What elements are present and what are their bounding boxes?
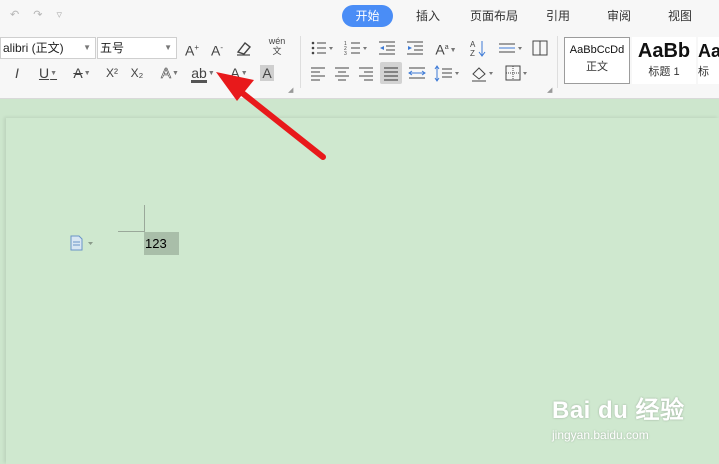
italic-icon[interactable]: I — [9, 62, 25, 84]
change-case-icon[interactable]: Aa▼ — [432, 37, 460, 59]
svg-text:Z: Z — [470, 49, 475, 58]
customize-toolbar-icon[interactable]: ▿ — [56, 7, 62, 23]
superscript-icon[interactable]: X² — [102, 62, 122, 84]
quick-access-toolbar: ↶ ↷ ▿ — [10, 7, 62, 23]
style-heading-2-sample: Aa — [698, 41, 719, 61]
increase-indent-icon[interactable] — [405, 37, 425, 59]
svg-text:A: A — [470, 40, 476, 49]
margin-corner-mark — [144, 205, 145, 231]
tab-insert[interactable]: 插入 — [410, 5, 446, 27]
underline-glyph: U — [38, 65, 50, 81]
style-normal-name: 正文 — [586, 61, 608, 73]
font-dialog-launcher-icon[interactable]: ◢ — [288, 86, 293, 94]
redo-icon[interactable]: ↷ — [33, 7, 42, 23]
font-size-value: 五号 — [100, 41, 125, 55]
paragraph-dialog-launcher-icon[interactable]: ◢ — [547, 86, 552, 94]
clear-format-icon[interactable] — [234, 37, 254, 59]
underline-icon[interactable]: U▼ — [34, 62, 62, 84]
align-left-icon[interactable] — [308, 62, 328, 84]
group-divider — [300, 36, 301, 88]
tab-home[interactable]: 开始 — [342, 5, 393, 27]
watermark: Bai du 经验 jingyan.baidu.com — [552, 390, 717, 450]
text-effect-icon[interactable]: A▼ — [156, 62, 184, 84]
align-right-icon[interactable] — [356, 62, 376, 84]
font-family-select[interactable]: alibri (正文) ▼ — [0, 37, 96, 59]
sort-icon[interactable]: AZ — [468, 37, 488, 59]
font-color-glyph: A — [230, 65, 240, 83]
tab-page-layout[interactable]: 页面布局 — [466, 5, 522, 27]
style-heading-1[interactable]: AaBb 标题 1 — [632, 37, 696, 84]
font-color-icon[interactable]: A▼ — [225, 62, 253, 84]
char-shade-glyph: A — [260, 65, 274, 81]
distributed-align-icon[interactable] — [406, 62, 428, 84]
line-spacing-adjust-icon[interactable] — [496, 37, 524, 59]
tab-view[interactable]: 视图 — [662, 5, 698, 27]
paragraph-shading-icon[interactable] — [469, 62, 497, 84]
borders-icon[interactable] — [503, 62, 531, 84]
text-effect-glyph: A — [161, 65, 172, 83]
tab-review[interactable]: 审阅 — [601, 5, 637, 27]
numbered-list-icon[interactable]: 123 — [343, 37, 369, 59]
chevron-down-icon: ▼ — [164, 43, 172, 52]
font-family-value: alibri (正文) — [3, 41, 64, 55]
style-normal[interactable]: AaBbCcDd 正文 — [564, 37, 630, 84]
highlight-glyph: ab — [191, 65, 207, 83]
chevron-down-icon: ▼ — [83, 43, 91, 52]
grow-font-icon[interactable]: A+ — [182, 37, 202, 59]
bullet-list-icon[interactable] — [309, 37, 335, 59]
selected-text[interactable]: 123 — [144, 232, 179, 255]
shrink-font-icon[interactable]: A- — [207, 37, 227, 59]
ribbon: ↶ ↷ ▿ 开始 插入 页面布局 引用 审阅 视图 alibri (正文) ▼ … — [0, 0, 719, 99]
strikethrough-icon[interactable]: A▼ — [68, 62, 96, 84]
align-center-icon[interactable] — [332, 62, 352, 84]
document-options-icon[interactable] — [70, 235, 98, 256]
undo-icon[interactable]: ↶ — [10, 7, 19, 23]
columns-icon[interactable] — [530, 37, 550, 59]
watermark-url: jingyan.baidu.com — [552, 428, 649, 442]
strike-glyph: A — [73, 65, 83, 81]
watermark-brand: Bai du 经验 — [552, 397, 685, 424]
svg-text:3: 3 — [344, 51, 347, 57]
highlight-icon[interactable]: ab▼ — [189, 62, 217, 84]
subscript-icon[interactable]: X₂ — [127, 62, 147, 84]
margin-corner-mark — [118, 231, 145, 232]
group-divider — [557, 36, 558, 88]
phonetic-guide-icon[interactable]: wén 文 — [262, 36, 292, 58]
font-size-select[interactable]: 五号 ▼ — [97, 37, 177, 59]
style-heading-1-name: 标题 1 — [648, 66, 680, 78]
line-spacing-icon[interactable] — [433, 62, 461, 84]
justify-icon[interactable] — [380, 62, 402, 84]
tab-references[interactable]: 引用 — [540, 5, 576, 27]
character-shading-icon[interactable]: A — [258, 62, 276, 84]
style-heading-1-sample: AaBb — [637, 40, 691, 62]
style-heading-2[interactable]: Aa 标 — [698, 37, 719, 84]
style-normal-sample: AaBbCcDd — [569, 44, 625, 56]
style-heading-2-name: 标 — [698, 66, 709, 78]
decrease-indent-icon[interactable] — [377, 37, 397, 59]
